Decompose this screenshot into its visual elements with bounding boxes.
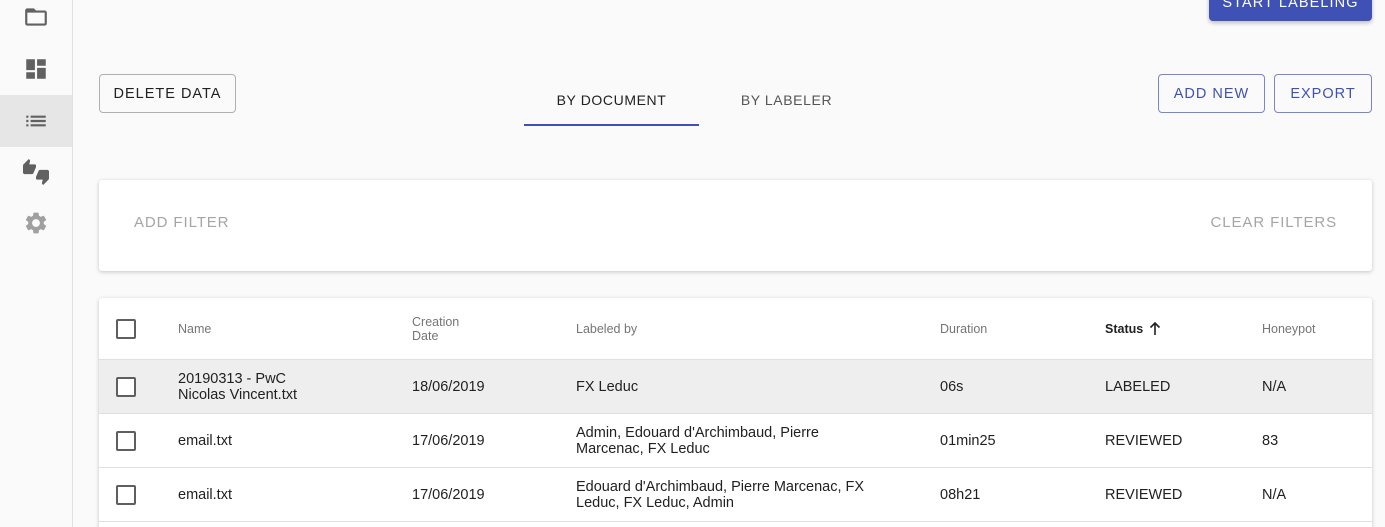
delete-data-button[interactable]: DELETE DATA [99,74,236,113]
name-line1: email.txt [178,432,232,449]
table-row[interactable]: email.txt 17/06/2019 Edouard d'Archimbau… [99,468,1372,522]
table-row[interactable]: 20190313 - PwC Nicolas Vincent.txt 18/06… [99,360,1372,414]
cell-status: REVIEWED [1105,432,1183,449]
assets-table: Name Creation Date Labeled by Duration S… [99,298,1372,527]
cell-honeypot: N/A [1262,378,1287,395]
cell-creation-date: 17/06/2019 [412,486,485,503]
list-icon [26,115,46,127]
column-header-creation-date-label: Creation Date [412,315,459,343]
active-tab-indicator [524,124,699,126]
cell-duration: 01min25 [940,432,996,449]
row-checkbox[interactable] [116,431,136,451]
labeled-by-line1: Edouard d'Archimbaud, Pierre Marcenac, F… [576,478,865,495]
dashboard-icon [26,59,46,79]
cell-duration: 06s [940,378,964,395]
cell-labeled-by-text: FX Leduc [576,379,638,395]
column-header-duration[interactable]: Duration [940,298,1090,359]
cell-name: 20190313 - PwC Nicolas Vincent.txt [178,360,398,413]
add-filter-button[interactable]: ADD FILTER [134,214,229,231]
cell-labeled-by: FX Leduc [576,360,876,413]
cell-duration: 08h21 [940,486,981,503]
name-line1: email.txt [178,486,232,503]
start-labeling-button[interactable]: START LABELING [1209,0,1372,21]
cell-labeled-by: Edouard d'Archimbaud, Pierre Marcenac, F… [576,468,876,521]
column-header-honeypot-label: Honeypot [1262,321,1316,336]
column-header-duration-label: Duration [940,321,988,336]
row-checkbox[interactable] [116,377,136,397]
sidebar-item-datasets[interactable] [0,0,72,43]
sidebar [0,0,73,527]
labeled-by-line2: Marcenac, FX Leduc [576,440,710,457]
clear-filters-button[interactable]: CLEAR FILTERS [1211,214,1337,231]
cell-name: email.txt [178,468,398,521]
cell-creation-date: 17/06/2019 [412,432,485,449]
arrow-up-icon [1150,321,1161,335]
row-checkbox[interactable] [116,485,136,505]
cell-status: REVIEWED [1105,486,1183,503]
labeled-by-line1: FX Leduc [576,378,639,395]
labeled-by-line1: Admin, Edouard d'Archimbaud, Pierre [576,424,819,441]
table-row[interactable]: email.txt 17/06/2019 Admin, Edouard d'Ar… [99,414,1372,468]
settings-icon [25,212,47,234]
cell-name-text: 20190313 - PwC Nicolas Vincent.txt [178,371,297,403]
cell-creation-date: 18/06/2019 [412,378,485,395]
column-header-status[interactable]: Status [1105,298,1255,359]
creation-date-line1: Creation [412,314,460,329]
folder-icon [25,8,47,26]
sidebar-item-review[interactable] [0,146,72,198]
cell-name-text: email.txt [178,487,232,503]
column-header-honeypot[interactable]: Honeypot [1262,298,1362,359]
column-header-status-label: Status [1105,321,1144,336]
select-all-cell [99,298,159,359]
sidebar-item-dashboard[interactable] [0,43,72,95]
table-header-row: Name Creation Date Labeled by Duration S… [99,298,1372,360]
tab-by-document[interactable]: BY DOCUMENT [524,74,699,126]
filter-bar: ADD FILTER CLEAR FILTERS [99,180,1372,271]
cell-status: LABELED [1105,378,1171,395]
column-header-labeled-by-label: Labeled by [576,321,638,336]
name-line1: 20190313 - PwC [178,370,287,387]
select-all-checkbox[interactable] [116,319,136,339]
cell-labeled-by-text: Edouard d'Archimbaud, Pierre Marcenac, F… [576,479,864,511]
tab-by-labeler[interactable]: BY LABELER [699,74,874,126]
sidebar-item-settings[interactable] [0,197,72,249]
cell-labeled-by: Admin, Edouard d'Archimbaud, Pierre Marc… [576,414,876,467]
thumbs-up-down-icon [23,159,49,185]
column-header-name[interactable]: Name [178,298,398,359]
cell-name: email.txt [178,414,398,467]
name-line2: Nicolas Vincent.txt [178,386,298,403]
sidebar-item-list[interactable] [0,95,72,147]
cell-honeypot: 83 [1262,432,1279,449]
add-new-button[interactable]: ADD NEW [1158,74,1265,113]
cell-honeypot: N/A [1262,486,1287,503]
labeled-by-line2: Leduc, FX Leduc, Admin [576,494,734,511]
column-header-creation-date[interactable]: Creation Date [412,298,562,359]
export-button[interactable]: EXPORT [1274,74,1372,113]
cell-name-text: email.txt [178,433,232,449]
column-header-name-label: Name [178,321,212,336]
creation-date-line2: Date [412,328,439,343]
column-header-labeled-by[interactable]: Labeled by [576,298,876,359]
cell-labeled-by-text: Admin, Edouard d'Archimbaud, Pierre Marc… [576,425,819,457]
